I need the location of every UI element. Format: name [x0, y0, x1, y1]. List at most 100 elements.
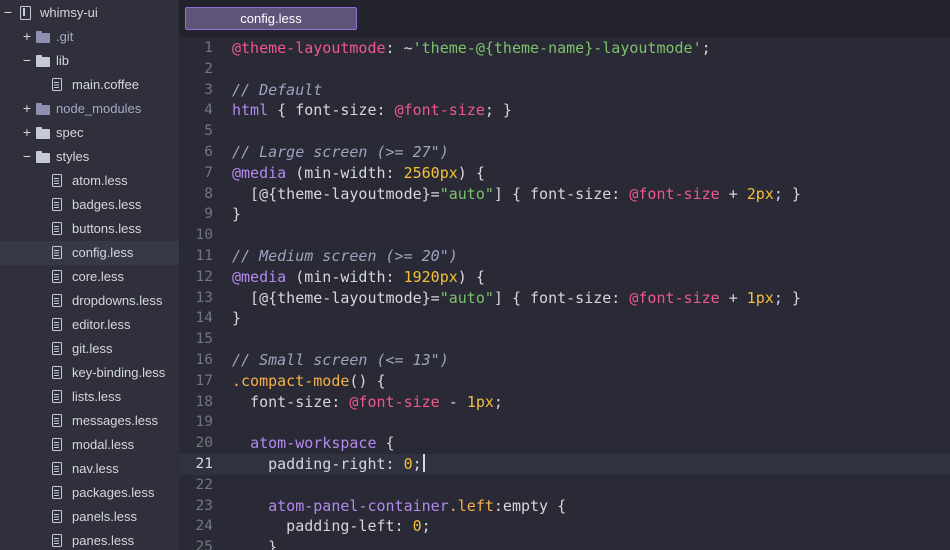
tree-item-nav-less[interactable]: nav.less [0, 457, 179, 481]
code-line[interactable]: .compact-mode() { [232, 371, 386, 392]
code-token: atom-panel-container [268, 496, 449, 515]
file-icon [52, 366, 62, 379]
tree-item-panels-less[interactable]: panels.less [0, 505, 179, 529]
tree-item-git[interactable]: + .git [0, 25, 179, 49]
file-icon [52, 462, 62, 475]
tree-item-badges-less[interactable]: badges.less [0, 193, 179, 217]
code-token: atom-workspace [250, 434, 377, 453]
tree-item-label: lists.less [72, 389, 122, 404]
tree-item-label: messages.less [72, 413, 158, 428]
code-line[interactable]: atom-workspace { [232, 433, 395, 454]
code-line[interactable]: // Small screen (<= 13") [232, 350, 449, 371]
expand-toggle-icon[interactable]: + [22, 100, 32, 116]
file-icon [52, 246, 62, 259]
tree-item-label: buttons.less [72, 221, 142, 236]
tree-item-main-coffee[interactable]: main.coffee [0, 73, 179, 97]
code-token: } [232, 205, 242, 224]
code-token: 1920px [403, 267, 458, 286]
tree-item-config-less[interactable]: config.less [0, 241, 179, 265]
line-number: 21 [195, 456, 213, 472]
expand-toggle-icon[interactable]: + [22, 124, 32, 140]
code-line[interactable]: padding-right: 0; [232, 454, 425, 475]
tree-item-label: atom.less [72, 173, 128, 188]
collapse-toggle-icon[interactable]: − [3, 4, 13, 20]
line-number: 8 [204, 185, 213, 202]
code-line[interactable]: atom-panel-container.left:empty { [232, 496, 566, 517]
line-number: 12 [195, 268, 213, 285]
line-number: 4 [204, 102, 213, 119]
code-token: (min-width: [286, 163, 404, 182]
tab-bar: config.less [179, 0, 950, 37]
tree-item-label: core.less [72, 269, 125, 284]
file-icon [52, 198, 62, 211]
tree-item-panes-less[interactable]: panes.less [0, 529, 179, 550]
tree-item-messages-less[interactable]: messages.less [0, 409, 179, 433]
line-number: 25 [195, 539, 213, 550]
tree-item-lib[interactable]: − lib [0, 49, 179, 73]
code-token: @font-size [394, 101, 485, 120]
code-line[interactable]: [@{theme-layoutmode}="auto"] { font-size… [232, 184, 801, 205]
code-token: [@{theme-layoutmode}= [232, 288, 440, 307]
tree-view[interactable]: − whimsy-ui + .git − lib main.coffee + node_modu… [0, 0, 179, 550]
tree-item-styles[interactable]: − styles [0, 145, 179, 169]
text-cursor [422, 454, 425, 472]
line-number: 14 [195, 310, 213, 327]
expand-toggle-icon[interactable]: + [22, 28, 32, 44]
tree-item-modal-less[interactable]: modal.less [0, 433, 179, 457]
tree-item-whimsy-ui[interactable]: − whimsy-ui [0, 1, 179, 25]
code-line[interactable]: @theme-layoutmode: ~'theme-@{theme-name}… [232, 38, 711, 59]
text-editor[interactable]: 1 @theme-layoutmode: ~'theme-@{theme-name… [179, 37, 950, 550]
code-token: // Default [232, 80, 323, 99]
file-icon [52, 486, 62, 499]
code-token: ] { font-size: [493, 288, 630, 307]
collapse-toggle-icon[interactable]: − [22, 148, 32, 164]
code-line[interactable]: // Default [232, 80, 322, 101]
code-token: ) { [457, 163, 485, 182]
tree-item-node-modules[interactable]: + node_modules [0, 97, 179, 121]
code-line[interactable]: font-size: @font-size - 1px; [232, 392, 503, 413]
tree-item-label: main.coffee [72, 77, 139, 92]
code-line[interactable]: } [232, 537, 277, 550]
code-line[interactable]: html { font-size: @font-size; } [232, 100, 512, 121]
code-line[interactable]: [@{theme-layoutmode}="auto"] { font-size… [232, 288, 801, 309]
file-icon [52, 174, 62, 187]
tree-item-key-binding-less[interactable]: key-binding.less [0, 361, 179, 385]
tree-item-atom-less[interactable]: atom.less [0, 169, 179, 193]
code-line[interactable]: // Medium screen (>= 20") [232, 246, 458, 267]
tree-item-dropdowns-less[interactable]: dropdowns.less [0, 289, 179, 313]
code-token: (min-width: [286, 267, 404, 286]
tree-item-label: styles [56, 149, 90, 164]
code-token: { font-size: [268, 101, 395, 120]
tree-item-buttons-less[interactable]: buttons.less [0, 217, 179, 241]
file-icon [52, 78, 62, 91]
code-line[interactable]: // Large screen (>= 27") [232, 142, 449, 163]
tree-item-label: badges.less [72, 197, 142, 212]
code-line[interactable]: @media (min-width: 1920px) { [232, 267, 485, 288]
file-icon [52, 510, 62, 523]
line-number: 19 [195, 414, 213, 431]
tree-item-git-less[interactable]: git.less [0, 337, 179, 361]
code-token: 0 [403, 455, 413, 473]
tree-item-spec[interactable]: + spec [0, 121, 179, 145]
collapse-toggle-icon[interactable]: − [22, 52, 32, 68]
code-token: ; [493, 392, 503, 411]
code-line[interactable]: } [232, 308, 241, 329]
tree-item-core-less[interactable]: core.less [0, 265, 179, 289]
tab-config-less[interactable]: config.less [185, 7, 357, 30]
code-token: html [232, 101, 269, 120]
tree-item-editor-less[interactable]: editor.less [0, 313, 179, 337]
code-token: 'theme-@{theme-name}-layoutmode' [412, 39, 702, 57]
line-number: 10 [195, 227, 213, 244]
tree-item-label: spec [56, 125, 84, 140]
code-token: ; [701, 39, 711, 57]
code-line[interactable]: } [232, 204, 241, 225]
tree-item-label: editor.less [72, 317, 131, 332]
folder-icon [36, 31, 50, 43]
code-line[interactable]: @media (min-width: 2560px) { [232, 163, 485, 184]
code-token: ; [421, 517, 431, 536]
code-line[interactable]: padding-left: 0; [232, 516, 431, 537]
repo-icon [20, 6, 31, 20]
code-token: [@{theme-layoutmode}= [232, 184, 440, 203]
tree-item-packages-less[interactable]: packages.less [0, 481, 179, 505]
tree-item-lists-less[interactable]: lists.less [0, 385, 179, 409]
